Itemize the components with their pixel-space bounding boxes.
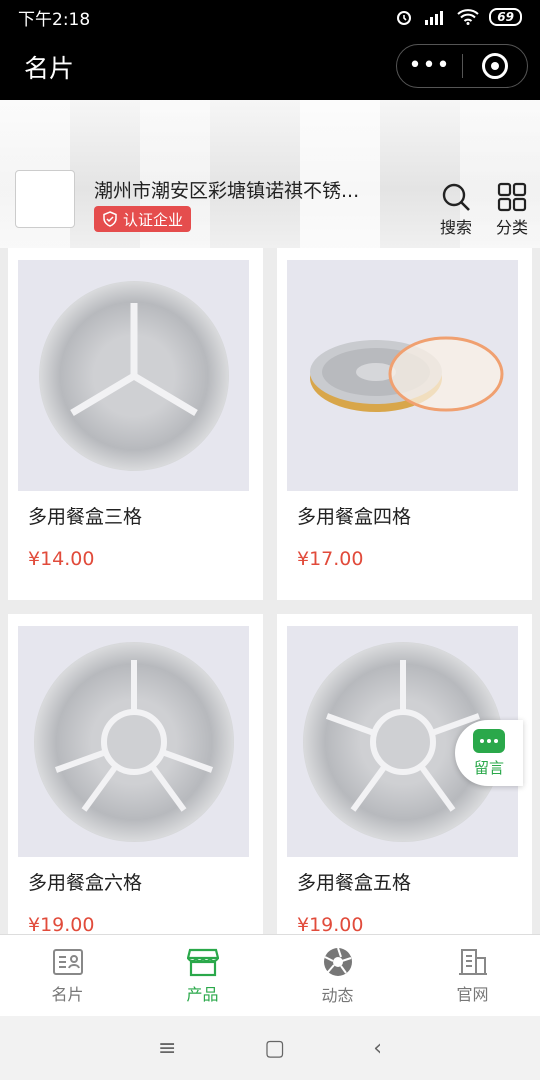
alarm-icon bbox=[397, 11, 412, 25]
tab-news[interactable]: 动态 bbox=[270, 935, 405, 1016]
company-logo[interactable] bbox=[15, 170, 75, 228]
message-button[interactable]: 留言 bbox=[455, 720, 523, 786]
product-name: 多用餐盒五格 bbox=[297, 872, 412, 894]
search-button[interactable]: 搜索 bbox=[436, 182, 476, 238]
tab-website[interactable]: 官网 bbox=[405, 935, 540, 1016]
cert-label: 认证企业 bbox=[123, 210, 184, 229]
tab-label: 官网 bbox=[456, 984, 489, 1004]
grid-icon bbox=[497, 182, 527, 212]
product-card[interactable]: 多用餐盒四格 ¥17.00 bbox=[277, 248, 532, 600]
product-name: 多用餐盒六格 bbox=[28, 872, 143, 894]
tray-with-lid-image bbox=[309, 336, 503, 412]
product-image bbox=[287, 260, 518, 491]
tab-card[interactable]: 名片 bbox=[0, 935, 135, 1016]
product-grid: 多用餐盒三格 ¥14.00 多用餐盒四格 ¥17.00 多用餐盒六格 ¥19.0… bbox=[0, 248, 540, 934]
product-price: ¥17.00 bbox=[297, 548, 364, 570]
signal-icon bbox=[425, 11, 444, 25]
more-button[interactable]: ••• bbox=[397, 44, 462, 88]
nav-bar: 名片 ••• bbox=[0, 34, 540, 100]
status-time: 下午2:18 bbox=[18, 9, 91, 30]
product-price: ¥19.00 bbox=[297, 914, 364, 934]
shutter-icon bbox=[323, 947, 352, 976]
page-title: 名片 bbox=[24, 54, 75, 83]
building-icon bbox=[458, 948, 487, 975]
tab-label: 动态 bbox=[321, 985, 354, 1005]
tab-label: 名片 bbox=[51, 984, 84, 1004]
product-card[interactable]: 多用餐盒三格 ¥14.00 bbox=[8, 248, 263, 600]
product-image bbox=[18, 260, 249, 491]
back-icon[interactable]: ‹ bbox=[373, 1036, 382, 1061]
tab-products[interactable]: 产品 bbox=[135, 935, 270, 1016]
cert-badge: 认证企业 bbox=[94, 206, 192, 232]
product-price: ¥14.00 bbox=[28, 548, 95, 570]
system-nav-bar: ≡ ▢ ‹ bbox=[0, 1016, 540, 1080]
tab-label: 产品 bbox=[186, 984, 219, 1004]
category-label: 分类 bbox=[495, 218, 528, 237]
wifi-icon bbox=[457, 9, 479, 25]
store-icon bbox=[186, 948, 219, 976]
search-label: 搜索 bbox=[439, 218, 472, 237]
status-icons: 69 bbox=[395, 8, 522, 26]
menu-icon[interactable]: ≡ bbox=[158, 1036, 176, 1061]
product-name: 多用餐盒三格 bbox=[28, 506, 143, 528]
tray-six-compartment-image bbox=[33, 641, 234, 842]
tray-three-compartment-image bbox=[38, 280, 229, 471]
status-bar: 下午2:18 69 bbox=[0, 0, 540, 34]
company-name[interactable]: 潮州市潮安区彩塘镇诺祺不锈... bbox=[94, 176, 359, 203]
home-icon[interactable]: ▢ bbox=[264, 1036, 285, 1061]
search-icon bbox=[442, 183, 470, 211]
company-header: 潮州市潮安区彩塘镇诺祺不锈... 认证企业 搜索 分类 bbox=[0, 100, 540, 248]
message-label: 留言 bbox=[473, 758, 504, 777]
close-ring-icon bbox=[481, 53, 508, 79]
app-screen: 下午2:18 69 名片 ••• 潮州市潮安区彩塘镇诺祺不锈... 认证企业 搜… bbox=[0, 0, 540, 1080]
product-name: 多用餐盒四格 bbox=[297, 506, 412, 528]
category-button[interactable]: 分类 bbox=[492, 182, 532, 238]
chat-bubble-icon bbox=[473, 728, 505, 753]
close-button[interactable] bbox=[463, 53, 527, 79]
miniprogram-capsule: ••• bbox=[396, 44, 528, 88]
product-image bbox=[18, 626, 249, 857]
card-icon bbox=[52, 948, 83, 975]
shield-check-icon bbox=[103, 211, 117, 227]
tab-bar: 名片 产品 动态 官网 bbox=[0, 934, 540, 1016]
battery-indicator: 69 bbox=[489, 8, 522, 26]
product-price: ¥19.00 bbox=[28, 914, 95, 934]
product-card[interactable]: 多用餐盒六格 ¥19.00 bbox=[8, 614, 263, 934]
